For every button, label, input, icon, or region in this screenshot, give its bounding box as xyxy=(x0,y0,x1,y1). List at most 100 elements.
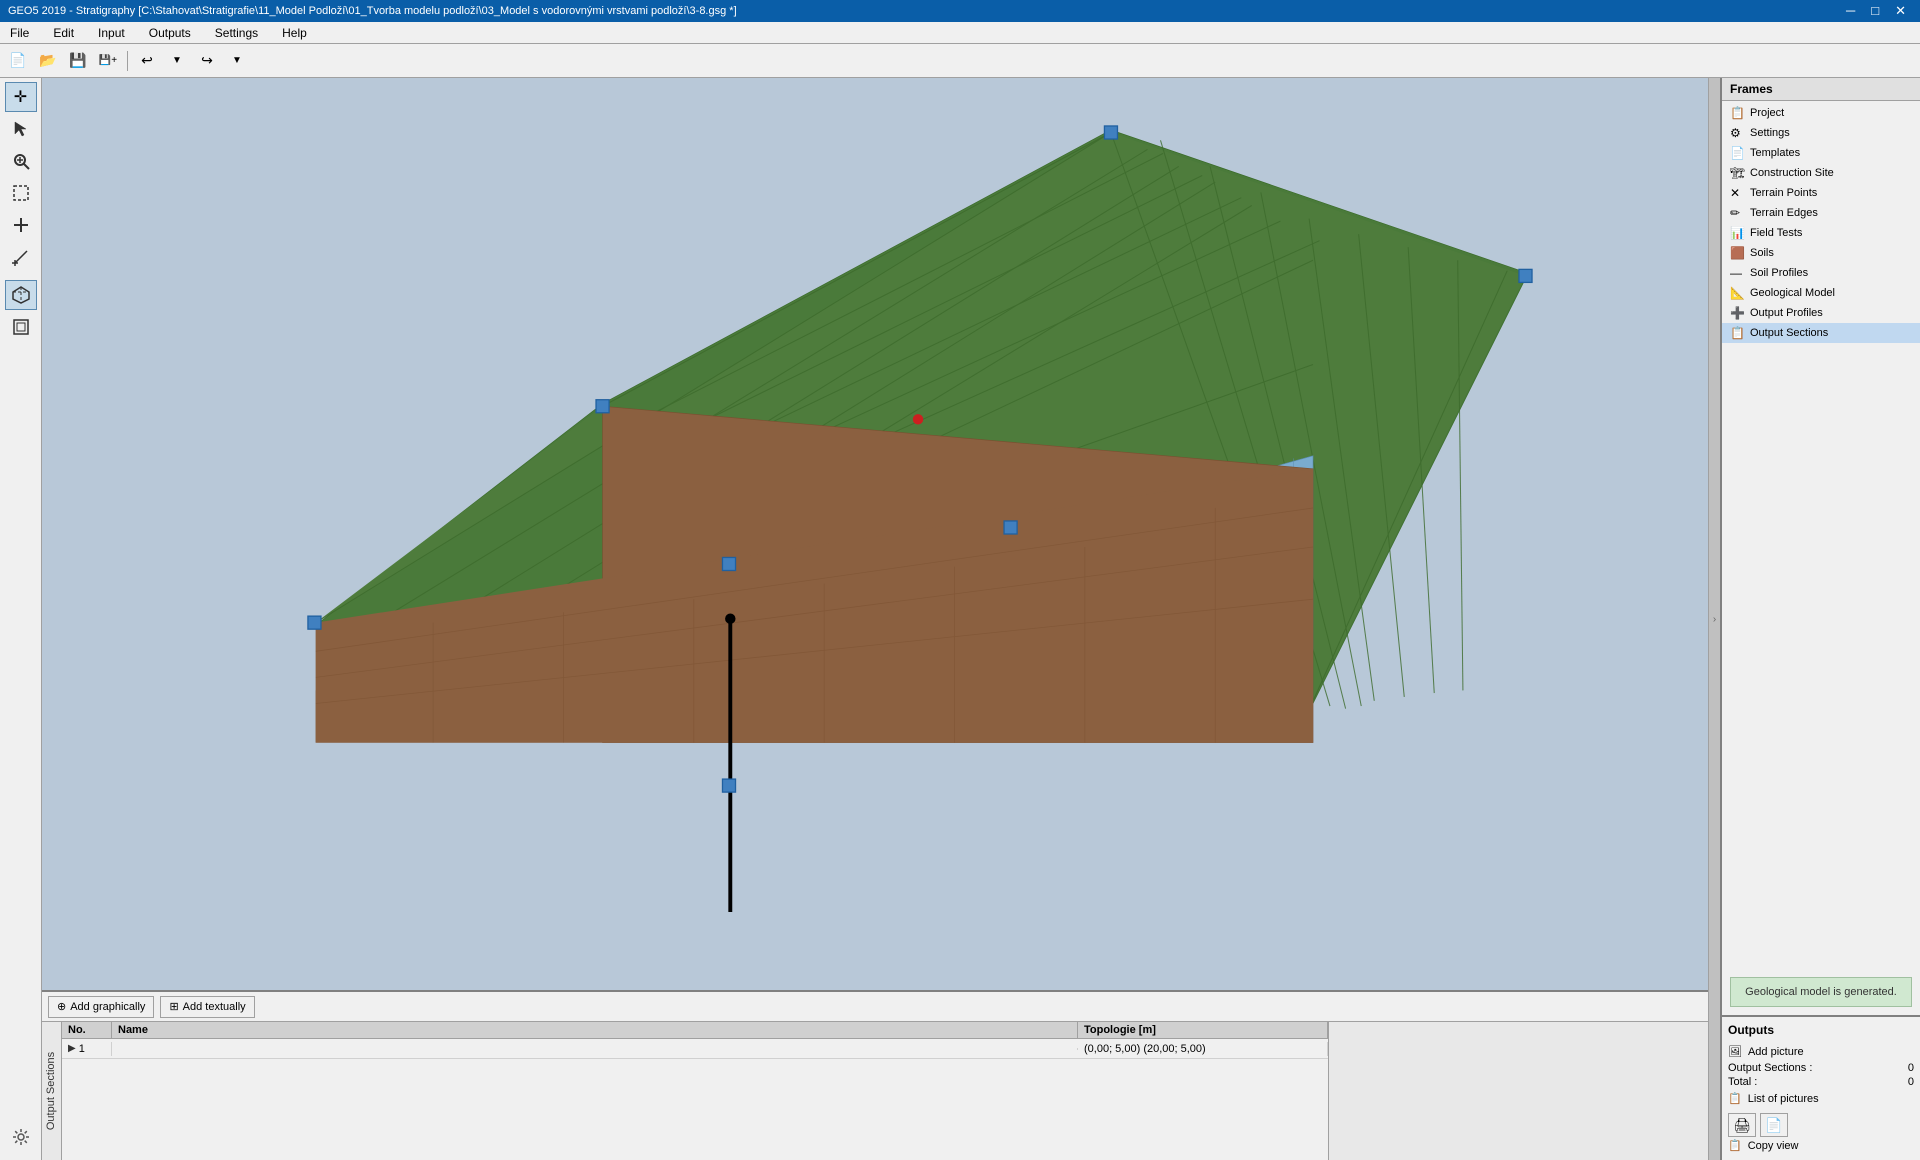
print-button[interactable]: 🖨 xyxy=(1728,1113,1756,1137)
table-row[interactable]: ▶ 1 (0,00; 5,00) (20,00; 5,00) xyxy=(62,1039,1328,1059)
settings-gear-button[interactable] xyxy=(5,1122,37,1152)
frame-icon-soil-profiles: — xyxy=(1730,266,1744,280)
new-button[interactable]: 📄 xyxy=(4,48,32,74)
view-3d-button[interactable] xyxy=(5,280,37,310)
menu-item-help[interactable]: Help xyxy=(276,24,313,42)
frame-item-soil-profiles[interactable]: —Soil Profiles xyxy=(1722,263,1920,283)
frame-item-output-sections[interactable]: 📋 Output Sections xyxy=(1722,323,1920,343)
redo-arrow-button[interactable]: ▼ xyxy=(223,48,251,74)
frame-icon-soils: 🟫 xyxy=(1730,246,1744,260)
frame-icon-field-tests: 📊 xyxy=(1730,226,1744,240)
table-header: No. Name Topologie [m] xyxy=(62,1022,1328,1039)
right-panel: Frames 📋Project⚙Settings📄Templates🏗Const… xyxy=(1720,78,1920,1160)
frame-item-output-profiles[interactable]: ➕ Output Profiles xyxy=(1722,303,1920,323)
add-textually-button[interactable]: ⊞ Add textually xyxy=(160,996,254,1018)
frame-label-output-sections: Output Sections xyxy=(1750,327,1828,339)
menu-item-settings[interactable]: Settings xyxy=(209,24,264,42)
region-select-button[interactable] xyxy=(5,178,37,208)
print-preview-button[interactable]: 📄 xyxy=(1760,1113,1788,1137)
undo-button[interactable]: ↩ xyxy=(133,48,161,74)
list-pictures-icon: 📋 xyxy=(1728,1092,1742,1105)
scene-viewport xyxy=(42,78,1708,990)
main-layout: ✛ xyxy=(0,78,1920,1160)
cell-name xyxy=(112,1048,1078,1050)
left-toolbar: ✛ xyxy=(0,78,42,1160)
menu-item-file[interactable]: File xyxy=(4,24,35,42)
add-picture-icon: 🖼 xyxy=(1728,1045,1742,1058)
add-graphically-button[interactable]: ⊕ Add graphically xyxy=(48,996,154,1018)
geological-model-info: Geological model is generated. xyxy=(1730,977,1912,1007)
frame-label-soils: Soils xyxy=(1750,247,1774,259)
frame-item-field-tests[interactable]: 📊Field Tests xyxy=(1722,223,1920,243)
save-as-button[interactable]: 💾+ xyxy=(94,48,122,74)
select-tool-button[interactable] xyxy=(5,114,37,144)
frame-label-project: Project xyxy=(1750,107,1784,119)
frame-label-templates: Templates xyxy=(1750,147,1800,159)
menubar: File Edit Input Outputs Settings Help xyxy=(0,22,1920,44)
minimize-button[interactable]: ─ xyxy=(1840,3,1861,19)
frame-item-soils[interactable]: 🟫 Soils xyxy=(1722,243,1920,263)
total-stat: Total : 0 xyxy=(1728,1076,1914,1088)
col-header-topo: Topologie [m] xyxy=(1078,1022,1328,1038)
frame-icon-settings: ⚙ xyxy=(1730,126,1744,140)
measure-tool-button[interactable] xyxy=(5,242,37,272)
menu-item-outputs[interactable]: Outputs xyxy=(143,24,197,42)
table-body[interactable]: ▶ 1 (0,00; 5,00) (20,00; 5,00) xyxy=(62,1039,1328,1160)
cell-no: ▶ 1 xyxy=(62,1042,112,1056)
frame-icon-output-sections: 📋 xyxy=(1730,326,1744,340)
frame-item-terrain-edges[interactable]: ✏ Terrain Edges xyxy=(1722,203,1920,223)
add-picture-item[interactable]: 🖼 Add picture xyxy=(1728,1043,1914,1060)
bottom-toolbar: ⊕ Add graphically ⊞ Add textually xyxy=(42,992,1708,1022)
titlebar: GEO5 2019 - Stratigraphy [C:\Stahovat\St… xyxy=(0,0,1920,22)
move-tool-button[interactable]: ✛ xyxy=(5,82,37,112)
frame-item-construction-site[interactable]: 🏗 Construction Site xyxy=(1722,163,1920,183)
frame-label-terrain-edges: Terrain Edges xyxy=(1750,207,1818,219)
output-sections-stat: Output Sections : 0 xyxy=(1728,1062,1914,1074)
frame-icon-construction-site: 🏗 xyxy=(1730,166,1744,180)
output-action-buttons: 🖨 📄 xyxy=(1728,1113,1914,1137)
frame-label-output-profiles: Output Profiles xyxy=(1750,307,1823,319)
frame-item-terrain-points[interactable]: ✕ Terrain Points xyxy=(1722,183,1920,203)
add-graphically-icon: ⊕ xyxy=(57,1000,66,1013)
menu-item-input[interactable]: Input xyxy=(92,24,131,42)
undo-arrow-button[interactable]: ▼ xyxy=(163,48,191,74)
cell-topology: (0,00; 5,00) (20,00; 5,00) xyxy=(1078,1042,1328,1056)
frame-item-settings[interactable]: ⚙ Settings xyxy=(1722,123,1920,143)
frame-item-project[interactable]: 📋Project xyxy=(1722,103,1920,123)
frame-item-templates[interactable]: 📄 Templates xyxy=(1722,143,1920,163)
section-preview xyxy=(1328,1022,1708,1160)
close-button[interactable]: ✕ xyxy=(1889,3,1912,19)
open-button[interactable]: 📂 xyxy=(34,48,62,74)
viewport-container: ⊕ Add graphically ⊞ Add textually Output… xyxy=(42,78,1708,1160)
save-button[interactable]: 💾 xyxy=(64,48,92,74)
frames-list: 📋Project⚙Settings📄Templates🏗Construction… xyxy=(1722,101,1920,969)
frame-label-geological-model: Geological Model xyxy=(1750,287,1835,299)
frame-label-construction-site: Construction Site xyxy=(1750,167,1834,179)
frame-label-settings: Settings xyxy=(1750,127,1790,139)
list-of-pictures-item[interactable]: 📋 List of pictures xyxy=(1728,1090,1914,1107)
output-sections-side-label: Output Sections xyxy=(42,1022,62,1160)
frame-icon-terrain-points: ✕ xyxy=(1730,186,1744,200)
separator-1 xyxy=(127,51,128,71)
redo-button[interactable]: ↪ xyxy=(193,48,221,74)
frames-header: Frames xyxy=(1722,78,1920,101)
node-tool-button[interactable] xyxy=(5,210,37,240)
frame-icon-output-profiles: ➕ xyxy=(1730,306,1744,320)
bottom-content: Output Sections No. Name Topologie [m] ▶… xyxy=(42,1022,1708,1160)
bottom-panel: ⊕ Add graphically ⊞ Add textually Output… xyxy=(42,990,1708,1160)
collapse-handle[interactable]: › xyxy=(1708,78,1720,1160)
menu-item-edit[interactable]: Edit xyxy=(47,24,80,42)
frame-label-terrain-points: Terrain Points xyxy=(1750,187,1817,199)
frame-item-geological-model[interactable]: 📐 Geological Model xyxy=(1722,283,1920,303)
col-header-no: No. xyxy=(62,1022,112,1038)
view-box-button[interactable] xyxy=(5,312,37,342)
frame-icon-templates: 📄 xyxy=(1730,146,1744,160)
add-textually-icon: ⊞ xyxy=(169,1000,178,1013)
frame-icon-terrain-edges: ✏ xyxy=(1730,206,1744,220)
copy-view-item[interactable]: 📋 Copy view xyxy=(1728,1137,1914,1154)
sections-table: No. Name Topologie [m] ▶ 1 (0,00; 5,00) … xyxy=(62,1022,1328,1160)
frame-icon-geological-model: 📐 xyxy=(1730,286,1744,300)
viewport[interactable] xyxy=(42,78,1708,990)
maximize-button[interactable]: □ xyxy=(1865,3,1885,19)
zoom-tool-button[interactable] xyxy=(5,146,37,176)
